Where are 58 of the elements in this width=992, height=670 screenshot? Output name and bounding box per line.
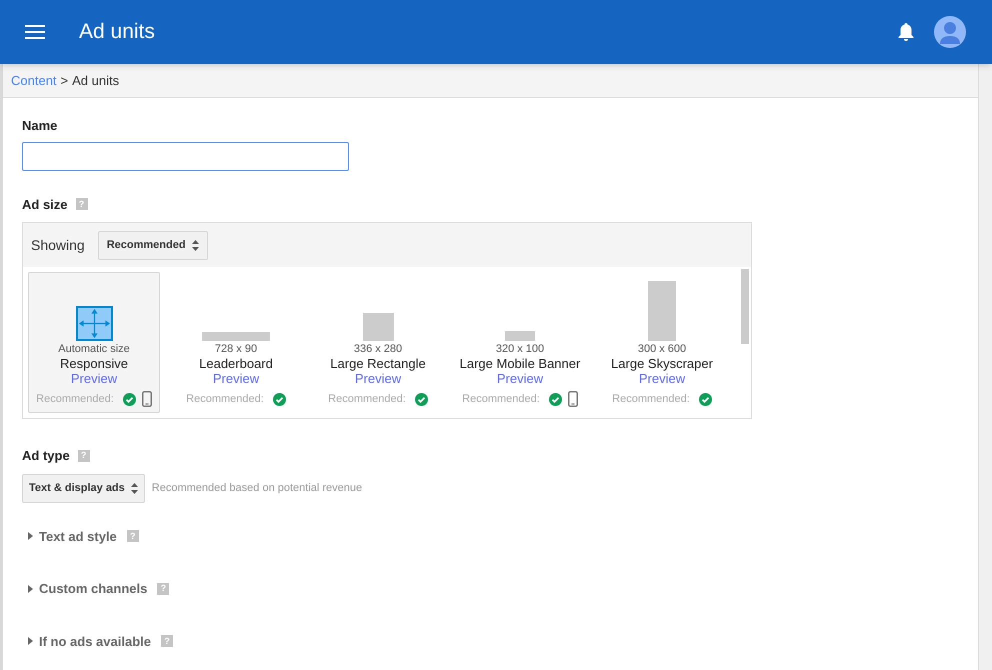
section-toggle[interactable]: Text ad style <box>28 526 117 546</box>
ad-type-dropdown[interactable]: Text & display ads <box>22 474 145 502</box>
size-caption: 300 x 600 <box>638 343 686 356</box>
field-label: Ad type <box>22 447 70 465</box>
caret-right-icon <box>28 637 33 646</box>
size-name: Responsive <box>60 356 128 371</box>
field-label: Ad size <box>22 196 68 214</box>
size-preview-shape <box>362 313 394 341</box>
preview-link[interactable]: Preview <box>496 371 544 386</box>
preview-link[interactable]: Preview <box>354 371 402 386</box>
section-toggle[interactable]: Custom channels <box>28 579 148 598</box>
size-preview-shape <box>202 332 270 341</box>
ad-size-option[interactable]: 728 x 90 Leaderboard Preview Recommended: <box>170 272 302 413</box>
ad-size-option[interactable]: 336 x 280 Large Rectangle Preview Recommended: <box>312 272 444 413</box>
scrollbar[interactable] <box>741 269 749 344</box>
preview-link[interactable]: Preview <box>70 371 118 386</box>
size-name: Leaderboard <box>199 356 273 371</box>
ad-size-option[interactable]: 300 x 600 Large Skyscraper Preview Recommended: <box>596 272 728 413</box>
check-circle-icon <box>548 392 562 406</box>
size-preview-shape <box>648 281 676 341</box>
breadcrumb-separator: > <box>60 72 68 90</box>
check-circle-icon <box>414 392 428 406</box>
size-caption: 728 x 90 <box>214 343 258 356</box>
preview-link[interactable]: Preview <box>212 371 260 386</box>
check-circle-icon <box>122 392 136 406</box>
filter-label: Showing <box>31 236 85 255</box>
section-toggle[interactable]: If no ads available <box>28 632 151 651</box>
page-title: Ad units <box>79 19 155 46</box>
breadcrumb-link[interactable]: Content <box>11 70 57 90</box>
ad-type-note: Recommended based on potential revenue <box>152 480 362 496</box>
recommended-label: Recommended: <box>328 392 406 407</box>
name-input[interactable] <box>22 142 349 170</box>
size-preview-shape <box>505 331 535 341</box>
size-name: Large Rectangle <box>330 356 426 371</box>
ad-size-option[interactable]: Automatic size Responsive Preview Recommended: <box>28 272 160 413</box>
size-caption: Automatic size <box>58 343 130 356</box>
caret-right-icon <box>28 584 33 593</box>
scrollbar[interactable] <box>978 64 992 670</box>
recommended-label: Recommended: <box>186 392 264 407</box>
size-caption: 336 x 280 <box>354 343 402 356</box>
filter-dropdown[interactable]: Recommended <box>98 230 208 260</box>
preview-link[interactable]: Preview <box>638 371 686 386</box>
check-circle-icon <box>698 392 712 406</box>
size-name: Large Mobile Banner <box>460 356 580 371</box>
ad-size-option[interactable]: 320 x 100 Large Mobile Banner Preview Recommended: <box>454 272 586 413</box>
size-name: Large Skyscraper <box>611 356 713 371</box>
check-circle-icon <box>272 392 286 406</box>
recommended-label: Recommended: <box>462 392 540 407</box>
breadcrumb-current: Ad units <box>72 72 120 90</box>
resize-arrows-icon <box>76 306 112 341</box>
caret-right-icon <box>28 532 33 540</box>
sort-arrows-icon <box>192 240 199 250</box>
recommended-label: Recommended: <box>612 392 690 407</box>
account-avatar[interactable] <box>934 16 966 48</box>
sort-arrows-icon <box>130 482 138 494</box>
field-label: Name <box>22 117 58 135</box>
recommended-label: Recommended: <box>36 392 114 407</box>
size-caption: 320 x 100 <box>496 343 544 356</box>
